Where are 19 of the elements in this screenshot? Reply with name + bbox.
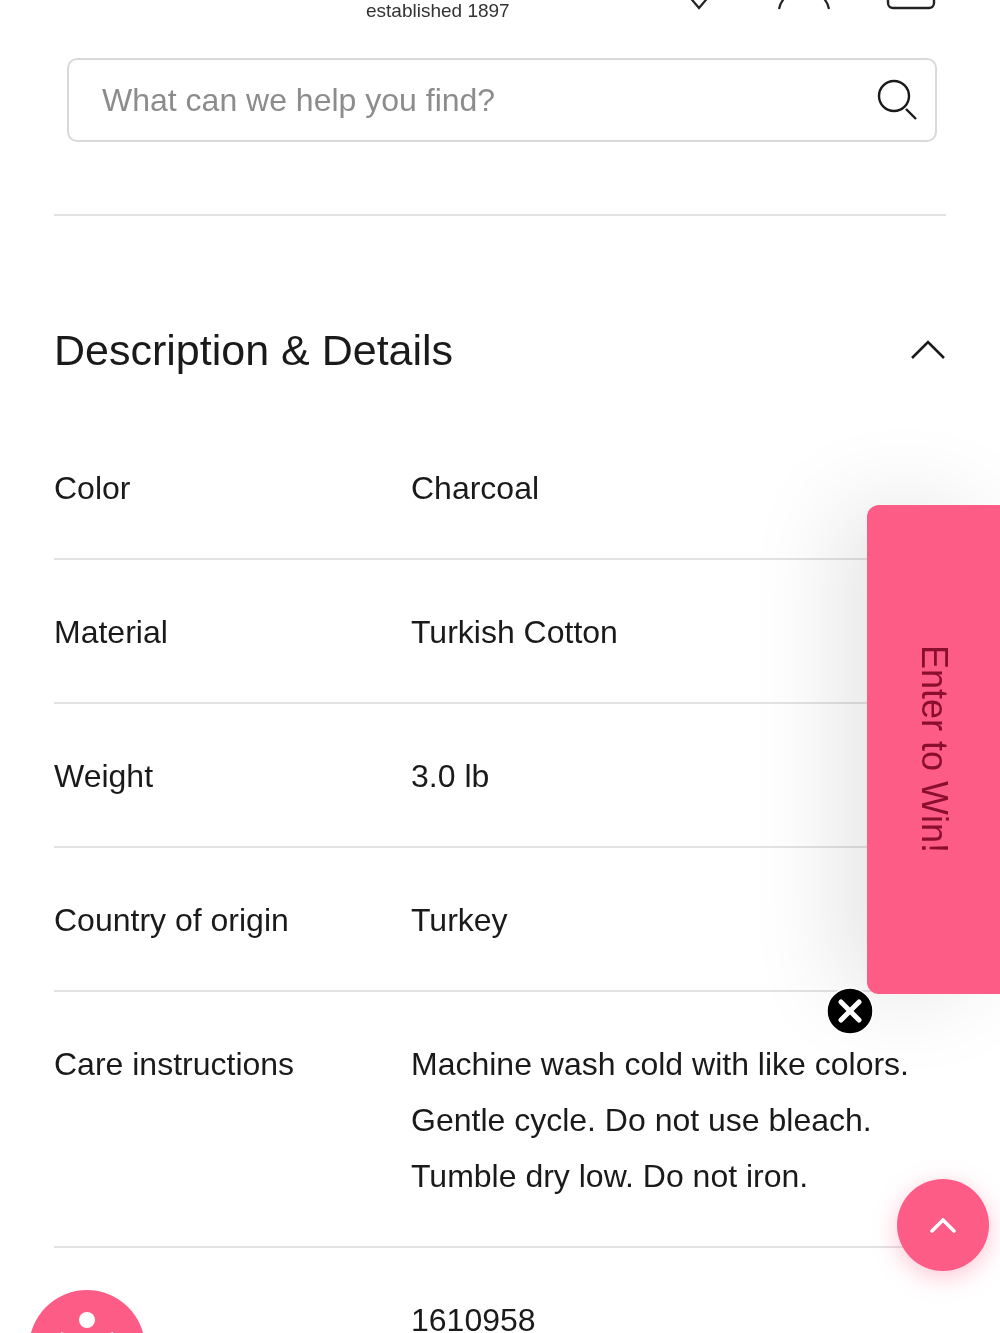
close-icon[interactable] — [826, 987, 874, 1035]
detail-value: 1610958 — [411, 1301, 536, 1333]
scroll-to-top-button[interactable] — [897, 1179, 989, 1271]
detail-value: Charcoal — [411, 469, 540, 508]
detail-label: Material — [54, 613, 169, 652]
detail-value: Turkish Cotton — [411, 613, 618, 652]
search-field[interactable]: What can we help you find? — [67, 58, 937, 142]
detail-value: 3.0 lb — [411, 757, 490, 796]
detail-label: Country of origin — [54, 901, 290, 940]
search-icon[interactable] — [877, 79, 919, 121]
chevron-up-icon[interactable] — [910, 340, 946, 360]
detail-label: Care instructions — [54, 1045, 296, 1084]
detail-value: Machine wash cold with like colors. Gentle cycle. Do not use bleach. Tumble dry low. Do not iron. — [411, 1045, 910, 1196]
chevron-up-icon — [930, 1217, 956, 1233]
detail-label: Color — [54, 469, 132, 508]
detail-label: Weight — [54, 757, 154, 796]
detail-value: Turkey — [411, 901, 508, 940]
section-title[interactable]: Description & Details — [54, 325, 454, 375]
brand-tagline: established 1897 — [366, 0, 510, 21]
